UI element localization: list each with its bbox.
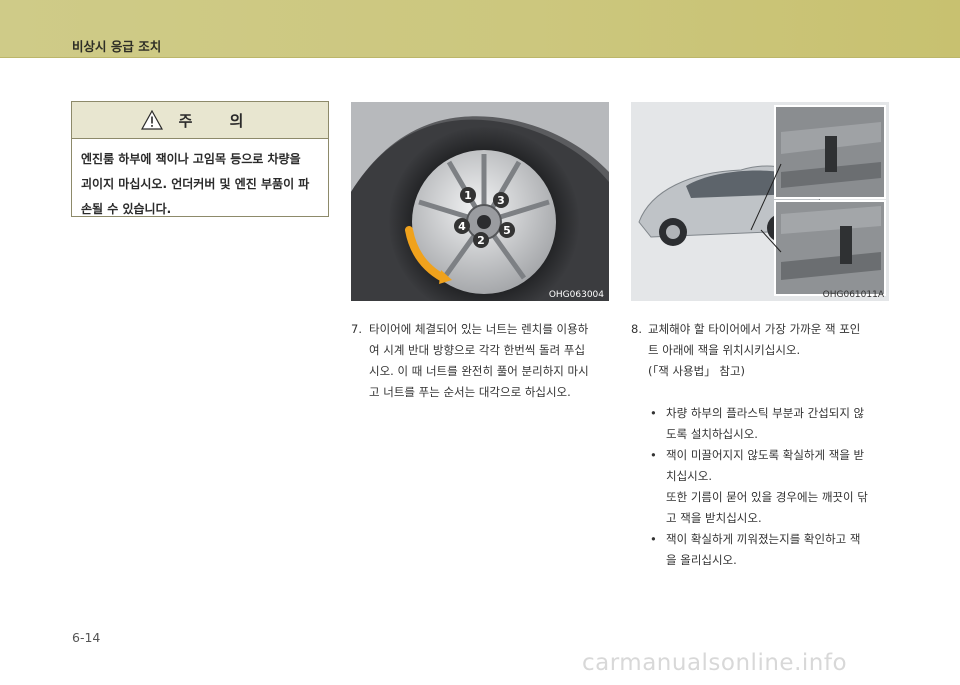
page-number: 6-14 xyxy=(72,630,101,645)
warning-triangle-icon xyxy=(140,109,163,130)
lug-nut-callouts: 1 2 3 4 5 xyxy=(454,187,515,248)
bullet-line: 잭이 확실하게 끼워졌는지를 확인하고 잭 xyxy=(666,532,861,546)
figure-code: OHG063004 xyxy=(548,290,604,300)
bullet-line: 차량 하부의 플라스틱 부분과 간섭되지 않 xyxy=(666,406,865,420)
step-7: 7. 타이어에 체결되어 있는 너트는 렌치를 이용하 여 시계 반대 방향으로… xyxy=(351,319,611,409)
bullet-marker: • xyxy=(650,532,657,546)
step-reference: (「잭 사용법」 참고) xyxy=(648,364,746,378)
bullet-line: 치십시오. xyxy=(666,469,712,483)
step-text: 교체해야 할 타이어에서 가장 가까운 잭 포인 트 아래에 잭을 위치시키십시… xyxy=(648,319,860,361)
callout-4: 4 xyxy=(458,220,466,233)
bullet-line: 잭이 미끌어지지 않도록 확실하게 잭을 받 xyxy=(666,448,865,462)
callout-2: 2 xyxy=(477,234,485,247)
step-line: 여 시계 반대 방향으로 각각 한번씩 돌려 푸십 xyxy=(369,343,586,357)
step-line: 교체해야 할 타이어에서 가장 가까운 잭 포인 xyxy=(648,322,861,336)
caution-line: 손될 수 있습니다. xyxy=(81,202,172,216)
step-text: 타이어에 체결되어 있는 너트는 렌치를 이용하 여 시계 반대 방향으로 각각… xyxy=(369,319,589,403)
watermark: carmanualsonline.info xyxy=(582,650,848,676)
jack-point-figure: OHG061011A xyxy=(631,102,889,301)
caution-text: 엔진룸 하부에 잭이나 고임목 등으로 차량을 괴이지 마십시오. 언더커버 및… xyxy=(72,139,328,222)
step-number: 7. xyxy=(351,322,362,336)
wheel-lug-nut-figure: 1 2 3 4 5 OHG063004 xyxy=(351,102,609,301)
callout-5: 5 xyxy=(503,224,511,237)
caution-header: 주 의 xyxy=(72,102,328,139)
caution-line: 엔진룸 하부에 잭이나 고임목 등으로 차량을 xyxy=(81,152,301,166)
caution-title: 주 의 xyxy=(178,111,260,130)
bullet-line: 도록 설치하십시오. xyxy=(666,427,758,441)
bullet-marker: • xyxy=(650,406,657,420)
step-line: 트 아래에 잭을 위치시키십시오. xyxy=(648,343,801,357)
bullet-line: 또한 기름이 묻어 있을 경우에는 깨끗이 닦 xyxy=(666,490,868,504)
caution-box: 주 의 엔진룸 하부에 잭이나 고임목 등으로 차량을 괴이지 마십시오. 언더… xyxy=(71,101,329,217)
section-title: 비상시 응급 조치 xyxy=(72,39,162,54)
step-line: 타이어에 체결되어 있는 너트는 렌치를 이용하 xyxy=(369,322,589,336)
callout-1: 1 xyxy=(464,189,472,202)
figure-code: OHG061011A xyxy=(822,290,884,300)
bullet-marker: • xyxy=(650,448,657,462)
callout-3: 3 xyxy=(497,194,505,207)
bullet-line: 고 잭을 받치십시오. xyxy=(666,511,762,525)
step-line: 시오. 이 때 너트를 완전히 풀어 분리하지 마시 xyxy=(369,364,589,378)
caution-line: 괴이지 마십시오. 언더커버 및 엔진 부품이 파 xyxy=(81,177,310,191)
header-rule xyxy=(0,57,960,58)
bullet-line: 을 올리십시오. xyxy=(666,553,737,567)
step-line: 고 너트를 푸는 순서는 대각으로 하십시오. xyxy=(369,385,571,399)
car-jack-illustration xyxy=(631,102,889,301)
step-number: 8. xyxy=(631,322,642,336)
